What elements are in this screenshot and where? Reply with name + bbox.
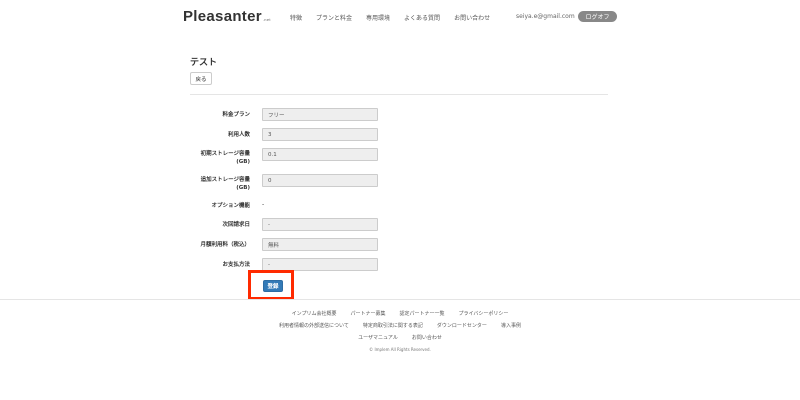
- users-label: 利用人数: [227, 132, 250, 138]
- footer-links-row-1: インプリム会社概要 パートナー募集 認定パートナー一覧 プライバシーポリシー: [0, 310, 800, 317]
- footer-link-case-studies[interactable]: 導入事例: [501, 322, 521, 329]
- copyright: © Implem All Rights Reserved.: [369, 347, 431, 352]
- option-value: -: [262, 201, 265, 208]
- footer-link-manual[interactable]: ユーザマニュアル: [358, 334, 398, 341]
- footer-divider: [0, 299, 800, 300]
- divider: [190, 94, 608, 95]
- footer-link-contact[interactable]: お問い合わせ: [412, 334, 442, 341]
- nav-faq[interactable]: よくある質問: [404, 13, 440, 22]
- plan-row: 料金プラン フリー: [190, 108, 610, 122]
- footer-link-partner-recruit[interactable]: パートナー募集: [350, 310, 385, 317]
- monthly-fee-field[interactable]: 無料: [262, 238, 378, 251]
- nav-contact[interactable]: お問い合わせ: [454, 13, 490, 22]
- users-field[interactable]: 3: [262, 128, 378, 141]
- monthly-fee-row: 月額利用料（税込） 無料: [190, 238, 610, 252]
- footer-links-row-3: ユーザマニュアル お問い合わせ: [0, 334, 800, 341]
- footer-link-download[interactable]: ダウンロードセンター: [437, 322, 487, 329]
- footer-link-privacy[interactable]: プライバシーポリシー: [458, 310, 508, 317]
- next-billing-row: 次回請求日 -: [190, 218, 610, 232]
- plan-label: 料金プラン: [222, 112, 250, 118]
- initial-storage-row: 初期ストレージ容量 (GB) 0.1: [190, 148, 610, 165]
- back-button[interactable]: 戻る: [190, 72, 212, 85]
- register-button[interactable]: 登録: [263, 280, 283, 292]
- next-billing-label: 次回請求日: [222, 222, 250, 228]
- additional-storage-label: 追加ストレージ容量 (GB): [200, 177, 250, 191]
- option-row: オプション機能 -: [190, 201, 610, 215]
- footer-link-partner-list[interactable]: 認定パートナー一覧: [399, 310, 444, 317]
- option-label: オプション機能: [211, 203, 250, 209]
- payment-label: お支払方法: [222, 262, 250, 268]
- initial-storage-label: 初期ストレージ容量 (GB): [200, 151, 250, 165]
- nav-plans[interactable]: プランと料金: [316, 13, 352, 22]
- nav-features[interactable]: 特徴: [290, 13, 302, 22]
- user-email: seiya.e@gmail.com: [516, 13, 575, 20]
- footer-link-company[interactable]: インプリム会社概要: [292, 310, 337, 317]
- users-row: 利用人数 3: [190, 128, 610, 142]
- logout-button[interactable]: ログオフ: [578, 11, 617, 22]
- footer-link-commercial-law[interactable]: 特定商取引法に関する表記: [363, 322, 423, 329]
- footer-link-external-transmission[interactable]: 利用者情報の外部送信について: [279, 322, 349, 329]
- initial-storage-field[interactable]: 0.1: [262, 148, 378, 161]
- additional-storage-row: 追加ストレージ容量 (GB) 0: [190, 174, 610, 191]
- footer-links-row-2: 利用者情報の外部送信について 特定商取引法に関する表記 ダウンロードセンター 導…: [0, 322, 800, 329]
- header: Pleasanter.net 特徴 プランと料金 専用環境 よくある質問 お問い…: [0, 0, 800, 34]
- next-billing-field[interactable]: -: [262, 218, 378, 231]
- plan-field[interactable]: フリー: [262, 108, 378, 121]
- main-nav: 特徴 プランと料金 専用環境 よくある質問 お問い合わせ: [290, 13, 504, 22]
- page-title: テスト: [190, 58, 218, 68]
- nav-dedicated[interactable]: 専用環境: [366, 13, 390, 22]
- monthly-fee-label: 月額利用料（税込）: [200, 242, 250, 248]
- logo[interactable]: Pleasanter.net: [183, 8, 271, 25]
- register-highlight: 登録: [248, 270, 294, 300]
- additional-storage-field[interactable]: 0: [262, 174, 378, 187]
